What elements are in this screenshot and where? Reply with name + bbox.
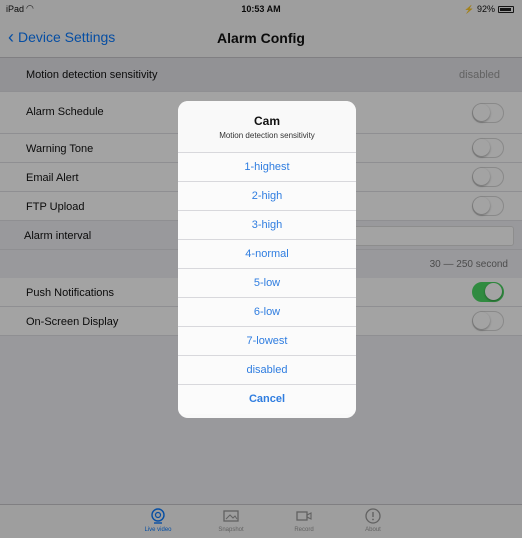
option-1-highest[interactable]: 1-highest — [178, 153, 356, 182]
action-sheet-header: Cam Motion detection sensitivity — [178, 101, 356, 153]
cancel-button[interactable]: Cancel — [178, 385, 356, 414]
option-4-normal[interactable]: 4-normal — [178, 240, 356, 269]
option-disabled[interactable]: disabled — [178, 356, 356, 385]
option-3-high[interactable]: 3-high — [178, 211, 356, 240]
option-5-low[interactable]: 5-low — [178, 269, 356, 298]
action-sheet-title: Cam — [253, 114, 280, 128]
option-2-high[interactable]: 2-high — [178, 182, 356, 211]
option-6-low[interactable]: 6-low — [178, 298, 356, 327]
option-7-lowest[interactable]: 7-lowest — [178, 327, 356, 356]
sensitivity-action-sheet: Cam Motion detection sensitivity 1-highe… — [178, 101, 356, 418]
action-sheet-subtitle: Motion detection sensitivity — [219, 131, 315, 140]
